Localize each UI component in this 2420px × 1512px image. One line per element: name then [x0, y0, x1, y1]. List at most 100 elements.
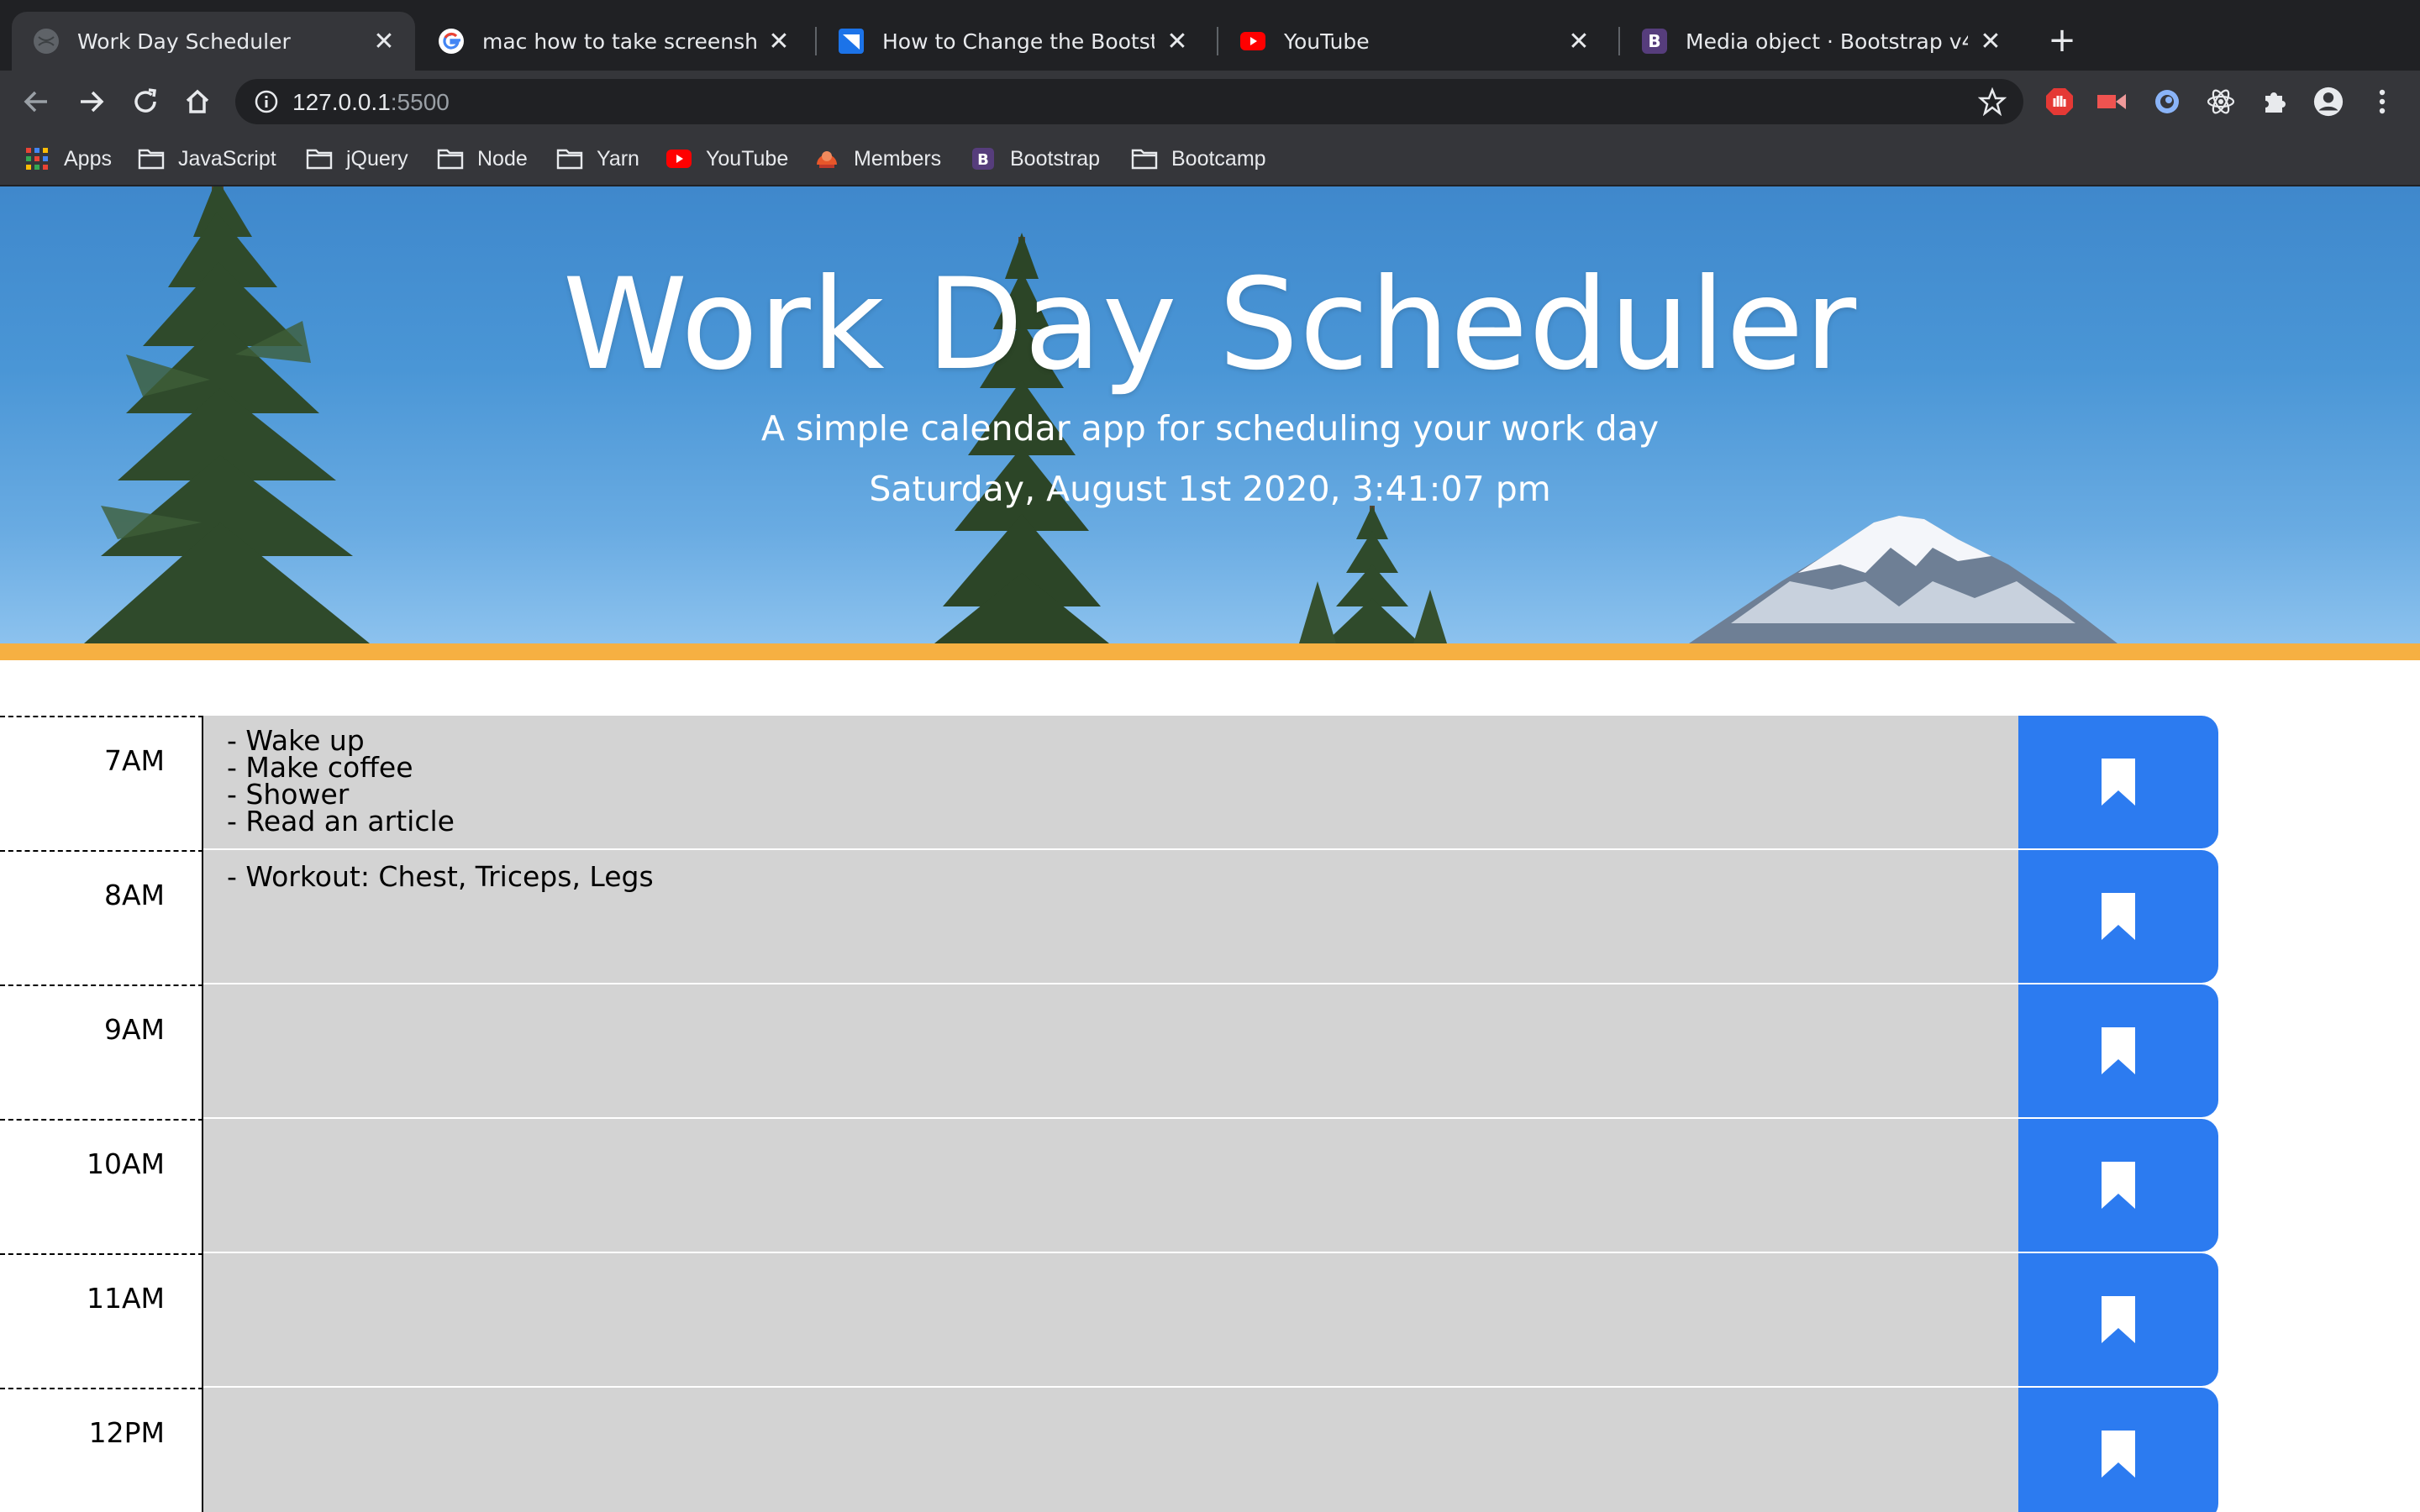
youtube-icon — [1240, 29, 1265, 54]
hour-label-cell: 12PM — [0, 1388, 203, 1512]
hour-label: 8AM — [103, 879, 165, 911]
time-block-row: 11AM — [0, 1253, 2218, 1388]
bookmark-save-icon — [2102, 1027, 2135, 1074]
bookmark-members[interactable]: Members — [813, 144, 941, 173]
browser-menu-icon[interactable] — [2366, 86, 2398, 118]
bookmark-label: Bootcamp — [1171, 146, 1266, 171]
bookmark-star-icon[interactable] — [1978, 87, 2007, 116]
close-tab-icon[interactable]: ✕ — [765, 27, 793, 56]
url-port: :5500 — [390, 89, 450, 115]
save-button[interactable] — [2018, 984, 2218, 1117]
save-button[interactable] — [2018, 716, 2218, 848]
address-bar[interactable]: 127.0.0.1:5500 — [235, 79, 2023, 124]
google-icon — [439, 29, 464, 54]
members-icon — [813, 147, 840, 171]
site-info-icon[interactable] — [254, 89, 279, 114]
bookmark-bootstrap[interactable]: B Bootstrap — [970, 144, 1100, 173]
tab-title: mac how to take screenshot - G — [482, 29, 756, 54]
page-subtitle: A simple calendar app for scheduling you… — [760, 408, 1660, 449]
bookmark-folder-javascript[interactable]: JavaScript — [138, 144, 276, 173]
profile-avatar-icon[interactable] — [2312, 86, 2344, 118]
hour-label-cell: 7AM — [0, 716, 203, 850]
description-line: - Workout: Chest, Triceps, Legs — [227, 860, 654, 893]
close-tab-icon[interactable]: ✕ — [370, 27, 398, 56]
bookmark-folder-node[interactable]: Node — [437, 144, 528, 173]
description-textarea[interactable] — [203, 1119, 2018, 1253]
save-button[interactable] — [2018, 1253, 2218, 1386]
description-textarea[interactable] — [203, 984, 2018, 1119]
extension-screen-recorder-icon[interactable] — [2096, 86, 2128, 118]
folder-icon — [1131, 147, 1158, 171]
time-block-row: 10AM — [0, 1119, 2218, 1253]
hour-label-cell: 10AM — [0, 1119, 203, 1253]
home-icon — [186, 89, 209, 113]
bookmark-label: Apps — [64, 146, 112, 171]
bookmark-folder-jquery[interactable]: jQuery — [306, 144, 408, 173]
apps-grid-icon — [24, 147, 50, 171]
reload-icon — [134, 88, 156, 113]
svg-text:B: B — [977, 151, 989, 169]
bookmark-youtube[interactable]: YouTube — [666, 144, 788, 173]
description-textarea[interactable] — [203, 1388, 2018, 1512]
tab-youtube[interactable]: YouTube ✕ — [1218, 12, 1610, 71]
tab-title: How to Change the Bootstrap T — [882, 29, 1155, 54]
time-block-row: 9AM — [0, 984, 2218, 1119]
reload-button[interactable] — [126, 82, 165, 121]
bookmark-save-icon — [2102, 1296, 2135, 1343]
tab-bootstrap-media-object[interactable]: B Media object · Bootstrap v4.5 ✕ — [1620, 12, 2022, 71]
description-textarea[interactable]: - Workout: Chest, Triceps, Legs — [203, 850, 2018, 984]
page-title: Work Day Scheduler — [562, 252, 1858, 398]
extensions-puzzle-icon[interactable] — [2259, 86, 2291, 118]
description-line: - Wake up — [227, 724, 365, 757]
bootstrap-icon: B — [1642, 29, 1667, 54]
new-tab-button[interactable]: + — [2044, 21, 2081, 60]
tab-title: YouTube — [1284, 29, 1370, 54]
url-host: 127.0.0.1 — [292, 89, 391, 115]
close-tab-icon[interactable]: ✕ — [1976, 27, 2005, 56]
bookmark-label: Bootstrap — [1010, 146, 1101, 171]
bookmark-folder-bootcamp[interactable]: Bootcamp — [1131, 144, 1266, 173]
close-tab-icon[interactable]: ✕ — [1163, 27, 1192, 56]
description-textarea[interactable] — [203, 1253, 2018, 1388]
current-day: Saturday, August 1st 2020, 3:41:07 pm — [869, 469, 1551, 509]
extension-circle-icon[interactable] — [2151, 86, 2183, 118]
bookmark-save-icon — [2102, 759, 2135, 806]
bookmark-label: YouTube — [706, 146, 789, 171]
bootstrap-icon: B — [970, 147, 997, 171]
save-button[interactable] — [2018, 850, 2218, 983]
forward-arrow-icon — [81, 91, 104, 113]
save-button[interactable] — [2018, 1388, 2218, 1512]
tab-bootstrap-article[interactable]: How to Change the Bootstrap T ✕ — [817, 12, 1208, 71]
extension-adblock-icon[interactable] — [2044, 86, 2075, 118]
back-arrow-icon — [24, 91, 47, 113]
hour-label: 10AM — [86, 1147, 165, 1180]
bookmark-save-icon — [2102, 893, 2135, 940]
folder-icon — [306, 147, 333, 171]
bookmark-save-icon — [2102, 1162, 2135, 1209]
time-block-row: 12PM — [0, 1388, 2218, 1512]
description-textarea[interactable]: - Wake up - Make coffee - Shower - Read … — [203, 716, 2018, 850]
description-line: - Read an article — [227, 805, 455, 837]
save-button[interactable] — [2018, 1119, 2218, 1252]
time-block-row: 8AM - Workout: Chest, Triceps, Legs — [0, 850, 2218, 984]
bookmark-folder-yarn[interactable]: Yarn — [556, 144, 639, 173]
url-text: 127.0.0.1:5500 — [292, 89, 450, 116]
hour-label-cell: 8AM — [0, 850, 203, 984]
tab-title: Media object · Bootstrap v4.5 — [1686, 29, 1968, 54]
folder-icon — [437, 147, 464, 171]
close-tab-icon[interactable]: ✕ — [1565, 27, 1593, 56]
extension-react-icon[interactable] — [2205, 86, 2237, 118]
hour-label: 7AM — [103, 744, 165, 777]
home-button[interactable] — [178, 82, 217, 121]
hour-label: 11AM — [86, 1282, 165, 1315]
hour-label: 12PM — [88, 1416, 165, 1449]
bookmarks-bar: Apps JavaScript jQuery Node Yarn YouTube… — [0, 133, 2420, 186]
article-icon — [839, 29, 864, 54]
tab-google-search[interactable]: mac how to take screenshot - G ✕ — [417, 12, 810, 71]
back-button[interactable] — [17, 82, 55, 121]
tab-work-day-scheduler[interactable]: Work Day Scheduler ✕ — [12, 12, 415, 71]
forward-button[interactable] — [72, 82, 111, 121]
hour-label-cell: 9AM — [0, 984, 203, 1119]
bookmark-apps[interactable]: Apps — [24, 144, 112, 173]
bookmark-label: Yarn — [597, 146, 639, 171]
